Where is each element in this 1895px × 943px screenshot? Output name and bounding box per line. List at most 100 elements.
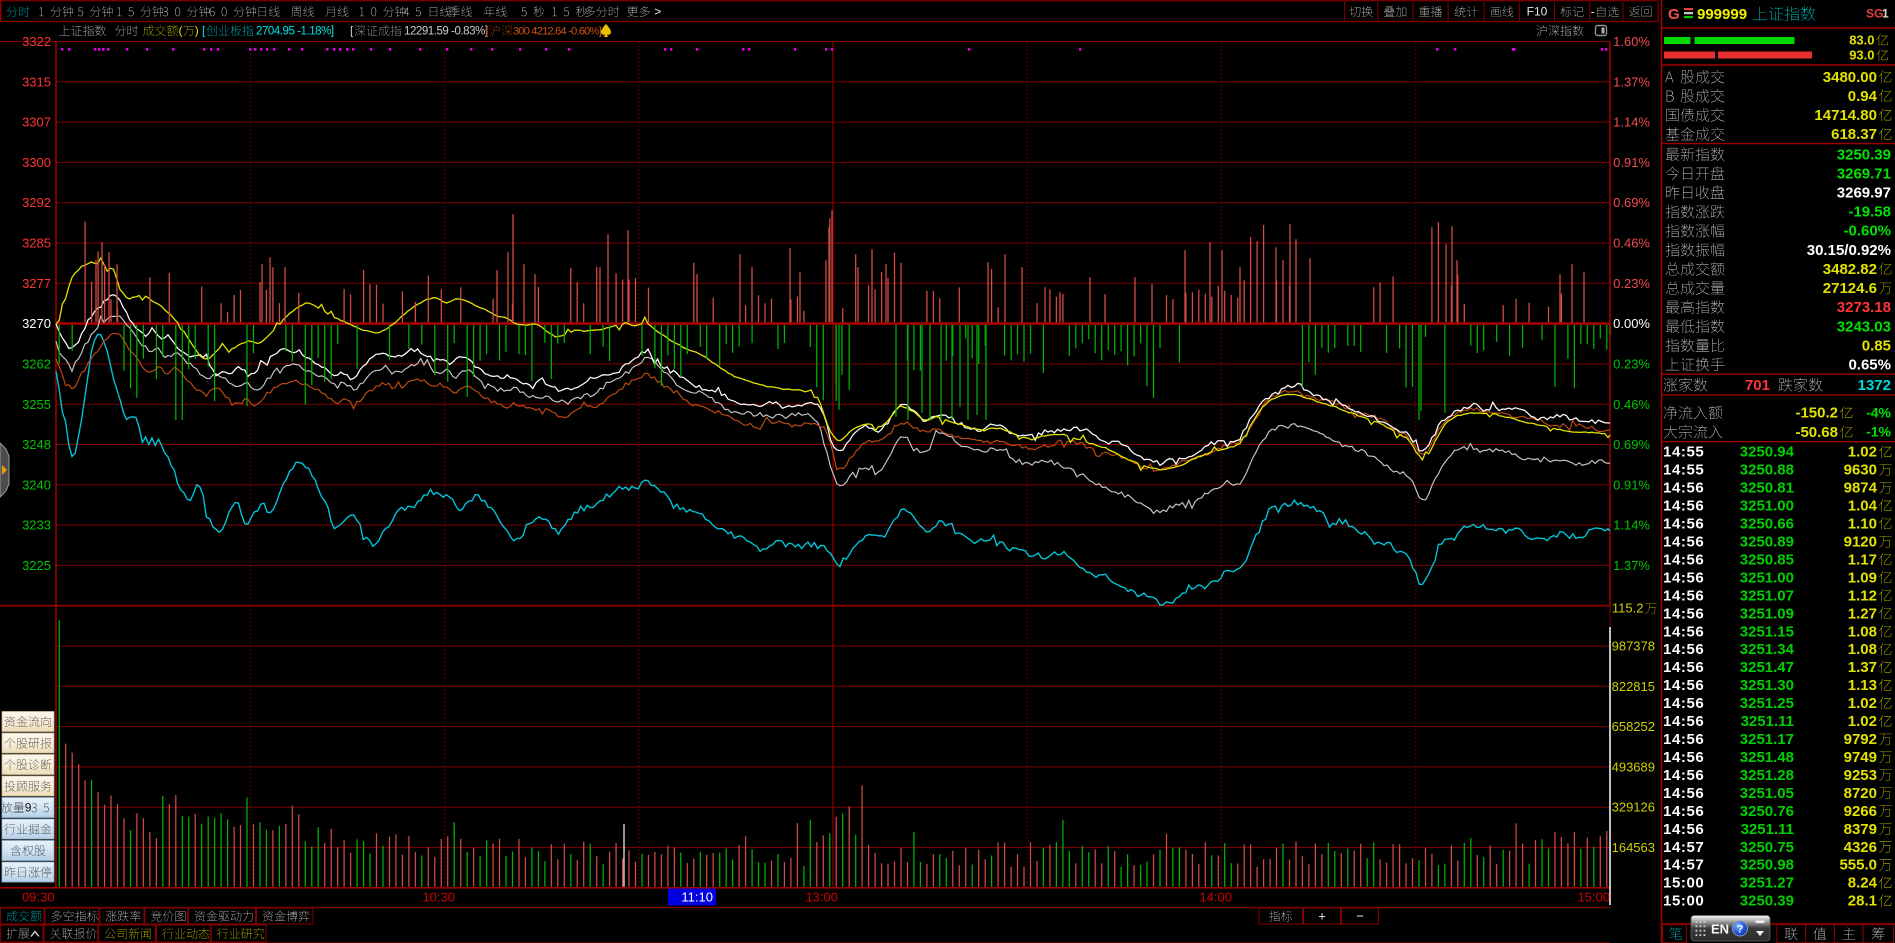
svg-text:1.12: 1.12: [1848, 587, 1877, 604]
svg-text:999999: 999999: [1697, 6, 1747, 23]
svg-text:3251.34: 3251.34: [1740, 641, 1795, 658]
svg-text:9792: 9792: [1844, 731, 1877, 748]
svg-text:15:00: 15:00: [1663, 875, 1704, 892]
svg-text:1.60%: 1.60%: [1613, 34, 1650, 49]
svg-text:-1%: -1%: [1866, 424, 1891, 440]
svg-text:14:56: 14:56: [1663, 821, 1704, 838]
svg-text:0.65%: 0.65%: [1848, 357, 1891, 374]
svg-text:14:56: 14:56: [1663, 569, 1704, 586]
svg-text:3251.27: 3251.27: [1740, 875, 1794, 892]
svg-text:1.37: 1.37: [1848, 659, 1877, 676]
svg-text:9120: 9120: [1844, 533, 1877, 550]
svg-text:3251.48: 3251.48: [1740, 749, 1794, 766]
svg-text:3250.98: 3250.98: [1740, 857, 1794, 874]
svg-text:3307: 3307: [22, 115, 51, 130]
svg-text:9: 9: [25, 801, 32, 815]
svg-text:1.08: 1.08: [1848, 623, 1877, 640]
svg-text:555.0: 555.0: [1839, 857, 1877, 874]
svg-text:−: −: [1356, 909, 1364, 924]
svg-text:3250.76: 3250.76: [1740, 803, 1794, 820]
svg-text:14:00: 14:00: [1199, 890, 1232, 905]
svg-text:G: G: [1668, 6, 1680, 23]
svg-text:0.91%: 0.91%: [1613, 477, 1650, 492]
svg-text:1: 1: [1882, 7, 1889, 21]
svg-text:3250.81: 3250.81: [1740, 480, 1794, 497]
svg-text:1.08: 1.08: [1848, 641, 1877, 658]
svg-text:3251.25: 3251.25: [1740, 695, 1794, 712]
svg-text:0.23%: 0.23%: [1613, 356, 1650, 371]
svg-text:8720: 8720: [1844, 785, 1877, 802]
svg-text:3251.00: 3251.00: [1740, 569, 1794, 586]
svg-text:3251.09: 3251.09: [1740, 605, 1794, 622]
svg-text:14:57: 14:57: [1663, 839, 1704, 856]
svg-text:(: (: [179, 24, 183, 38]
svg-text:9630: 9630: [1844, 462, 1877, 479]
svg-text:3250.75: 3250.75: [1740, 839, 1794, 856]
svg-text:-19.58: -19.58: [1848, 204, 1891, 221]
svg-text:3255: 3255: [22, 397, 51, 412]
svg-text:14:56: 14:56: [1663, 516, 1704, 533]
svg-text:14:55: 14:55: [1663, 462, 1704, 479]
svg-text:?: ?: [1737, 923, 1744, 935]
svg-text:+: +: [1318, 909, 1326, 924]
svg-text:14:56: 14:56: [1663, 551, 1704, 568]
svg-text:-: -: [1591, 5, 1595, 19]
svg-text:3250.88: 3250.88: [1740, 462, 1794, 479]
svg-text:0.91%: 0.91%: [1613, 155, 1650, 170]
svg-text:3250.89: 3250.89: [1740, 533, 1794, 550]
svg-text:3251.15: 3251.15: [1740, 623, 1794, 640]
svg-text:9266: 9266: [1844, 803, 1877, 820]
svg-text:14:56: 14:56: [1663, 623, 1704, 640]
svg-text:618.37: 618.37: [1831, 126, 1877, 143]
svg-text:14:56: 14:56: [1663, 659, 1704, 676]
svg-text:30.15/0.92%: 30.15/0.92%: [1807, 242, 1891, 259]
svg-text:3250.85: 3250.85: [1740, 551, 1794, 568]
svg-text:3273.18: 3273.18: [1837, 299, 1891, 316]
svg-text:14:56: 14:56: [1663, 731, 1704, 748]
svg-text:9253: 9253: [1844, 767, 1877, 784]
svg-text:14:56: 14:56: [1663, 785, 1704, 802]
svg-text:0.46%: 0.46%: [1613, 236, 1650, 251]
svg-text:0.46%: 0.46%: [1613, 397, 1650, 412]
svg-text:-4%: -4%: [1866, 404, 1891, 420]
svg-text:EN: EN: [1711, 922, 1729, 937]
svg-text:701: 701: [1745, 377, 1770, 394]
svg-text:14:57: 14:57: [1663, 857, 1704, 874]
svg-text:329126: 329126: [1612, 800, 1655, 815]
svg-text:164563: 164563: [1612, 840, 1655, 855]
svg-text:1.37%: 1.37%: [1613, 558, 1650, 573]
svg-text:3240: 3240: [22, 477, 51, 492]
svg-text:115.2: 115.2: [1612, 601, 1644, 616]
svg-text:1.14%: 1.14%: [1613, 518, 1650, 533]
svg-text:3248: 3248: [22, 437, 51, 452]
svg-text:14:56: 14:56: [1663, 713, 1704, 730]
svg-text:493689: 493689: [1612, 759, 1655, 774]
svg-text:3251.00: 3251.00: [1740, 498, 1794, 515]
svg-text:10:30: 10:30: [422, 890, 455, 905]
svg-text:3250.94: 3250.94: [1740, 444, 1795, 461]
svg-text:0.94: 0.94: [1848, 88, 1878, 105]
svg-text:1.13: 1.13: [1848, 677, 1877, 694]
svg-text:1.10: 1.10: [1848, 516, 1877, 533]
svg-text:3233: 3233: [22, 518, 51, 533]
svg-text:3250.66: 3250.66: [1740, 516, 1794, 533]
svg-text:3251.05: 3251.05: [1740, 785, 1794, 802]
svg-text:987378: 987378: [1612, 639, 1655, 654]
svg-text:15:00: 15:00: [1663, 893, 1704, 910]
svg-text:SG: SG: [1866, 7, 1883, 21]
svg-text:14:56: 14:56: [1663, 677, 1704, 694]
svg-text:1.02: 1.02: [1848, 695, 1877, 712]
svg-text:0.69%: 0.69%: [1613, 437, 1650, 452]
svg-text:1.02: 1.02: [1848, 444, 1877, 461]
svg-text:3482.82: 3482.82: [1823, 261, 1877, 278]
svg-text:300 4212.64 -0.60%]: 300 4212.64 -0.60%]: [513, 25, 602, 37]
svg-text:F10: F10: [1527, 5, 1548, 19]
svg-text:1.02: 1.02: [1848, 713, 1877, 730]
svg-text:3480.00: 3480.00: [1823, 69, 1877, 86]
svg-text:0.69%: 0.69%: [1613, 195, 1650, 210]
svg-text:1.09: 1.09: [1848, 569, 1877, 586]
svg-text:>: >: [654, 5, 661, 19]
svg-text:3251.30: 3251.30: [1740, 677, 1794, 694]
svg-text:9749: 9749: [1844, 749, 1877, 766]
svg-text:14:56: 14:56: [1663, 749, 1704, 766]
